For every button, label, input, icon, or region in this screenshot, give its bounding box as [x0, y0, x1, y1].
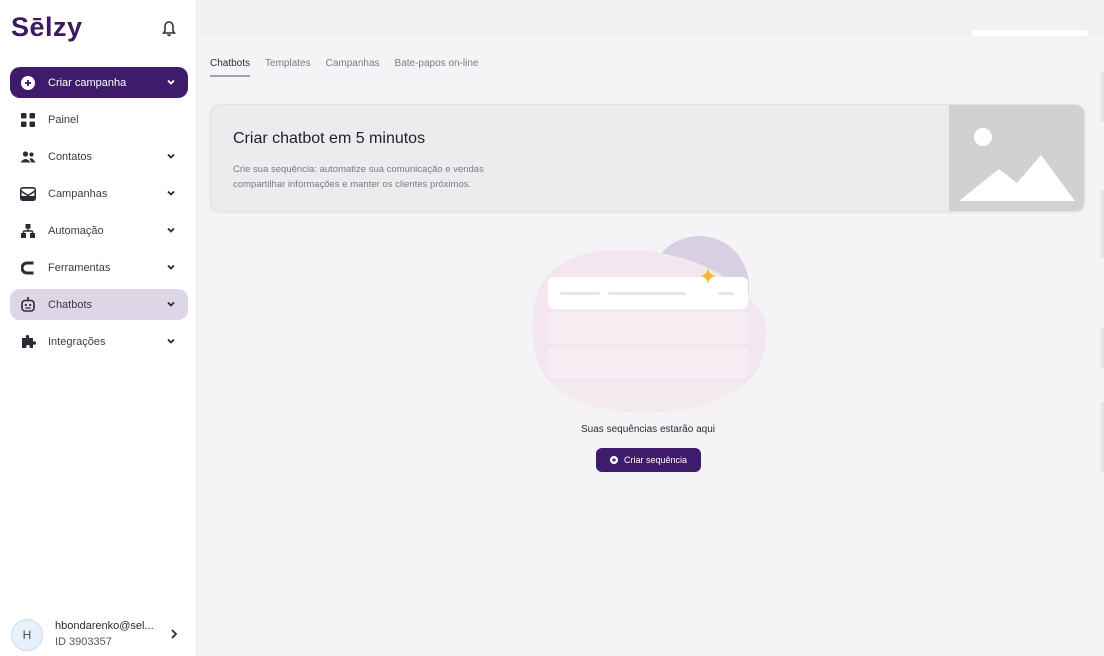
user-id: ID 3903357	[55, 636, 112, 648]
bell-icon[interactable]	[161, 20, 177, 38]
tab-bate-papos[interactable]: Bate-papos on-line	[395, 58, 479, 77]
hierarchy-icon	[20, 223, 36, 239]
mail-icon	[20, 186, 36, 202]
sidebar-item-painel[interactable]: Painel	[10, 104, 188, 135]
chevron-down-icon	[166, 336, 176, 346]
sidebar-item-label: Automação	[48, 224, 104, 237]
chevron-down-icon	[166, 151, 176, 161]
user-email: hbondarenko@sel...	[55, 620, 154, 632]
sidebar-item-label: Ferramentas	[48, 261, 111, 274]
sidebar-item-label: Criar campanha	[48, 76, 127, 89]
user-profile[interactable]: H hbondarenko@sel... ID 3903357	[11, 617, 191, 651]
sidebar-item-criar-campanha[interactable]: Criar campanha	[10, 67, 188, 98]
banner-title: Criar chatbot em 5 minutos	[233, 130, 426, 147]
empty-state-illustration	[524, 236, 774, 418]
sidebar-item-integracoes[interactable]: Integrações	[10, 326, 188, 357]
chevron-down-icon	[166, 299, 176, 309]
sparkle-icon	[700, 268, 716, 284]
sidebar-item-label: Integrações	[48, 335, 106, 348]
tab-chatbots[interactable]: Chatbots	[210, 58, 251, 77]
sidebar-item-label: Painel	[48, 113, 79, 126]
sidebar-item-campanhas[interactable]: Campanhas	[10, 178, 188, 209]
sidebar-item-chatbots[interactable]: Chatbots	[10, 289, 188, 320]
create-sequence-label: Criar sequência	[623, 455, 688, 465]
banner-description: Crie sua sequência: automatize sua comun…	[233, 164, 484, 190]
plus-circle-icon	[609, 456, 618, 464]
chevron-down-icon	[166, 77, 176, 87]
chevron-right-icon[interactable]	[169, 627, 179, 639]
sidebar-item-label: Chatbots	[48, 298, 93, 311]
puzzle-icon	[20, 334, 36, 350]
header-widget	[972, 30, 1088, 36]
selzy-logo[interactable]: Sēlzy	[11, 12, 83, 43]
promo-banner: Criar chatbot em 5 minutos Crie sua sequ…	[210, 104, 1085, 212]
sidebar-item-ferramentas[interactable]: Ferramentas	[10, 252, 188, 283]
people-icon	[20, 149, 36, 165]
sidebar-item-automacao[interactable]: Automação	[10, 215, 188, 246]
image-placeholder-icon	[949, 105, 1084, 211]
sidebar: Sēlzy Criar campanha Painel Contatos Cam…	[0, 0, 197, 656]
magnet-icon	[20, 260, 36, 276]
create-sequence-button[interactable]: Criar sequência	[596, 448, 701, 472]
avatar[interactable]: H	[11, 619, 43, 651]
sidebar-item-contatos[interactable]: Contatos	[10, 141, 188, 172]
chevron-down-icon	[166, 188, 176, 198]
chevron-down-icon	[166, 225, 176, 235]
sidebar-item-label: Campanhas	[48, 187, 108, 200]
plus-circle-icon	[20, 75, 36, 91]
robot-icon	[20, 297, 36, 313]
tab-campanhas[interactable]: Campanhas	[326, 58, 380, 77]
tab-templates[interactable]: Templates	[265, 58, 311, 77]
tab-bar: Chatbots Templates Campanhas Bate-papos …	[210, 58, 478, 77]
grid-icon	[20, 112, 36, 128]
empty-state-text: Suas sequências estarão aqui	[581, 424, 715, 435]
sidebar-item-label: Contatos	[48, 150, 93, 163]
sidebar-nav: Criar campanha Painel Contatos Campanhas…	[10, 67, 188, 363]
top-header	[197, 0, 1104, 36]
chevron-down-icon	[166, 262, 176, 272]
